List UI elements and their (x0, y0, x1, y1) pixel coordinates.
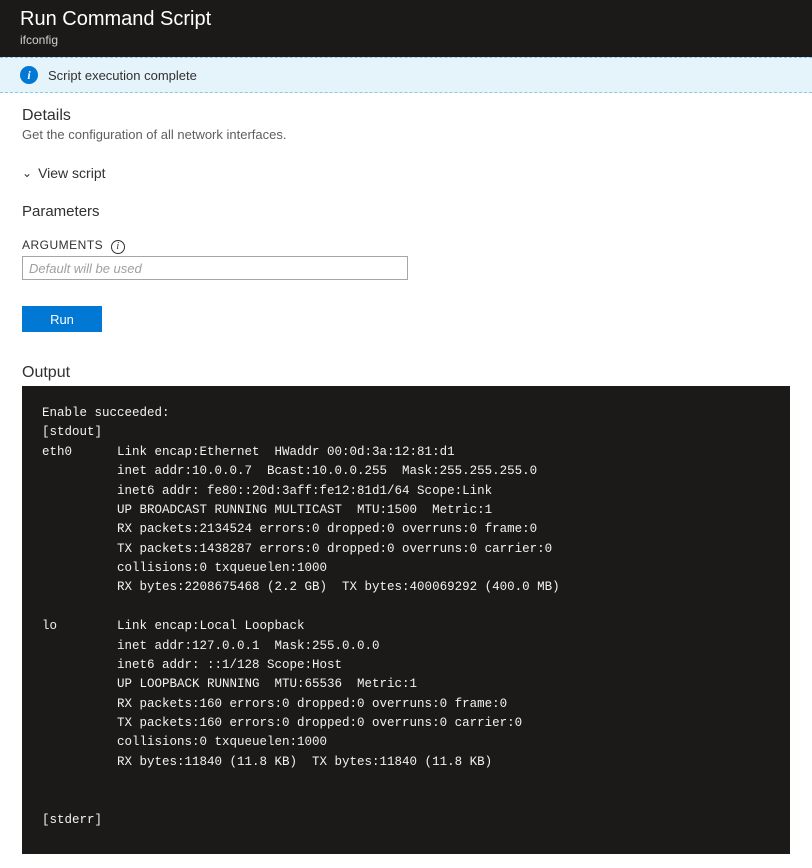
status-banner: i Script execution complete (0, 57, 812, 93)
details-heading: Details (22, 107, 790, 125)
view-script-toggle[interactable]: ⌄ View script (22, 165, 106, 181)
info-icon: i (20, 66, 38, 84)
info-icon[interactable]: i (111, 240, 125, 254)
run-button[interactable]: Run (22, 306, 102, 332)
output-heading: Output (22, 364, 790, 382)
blade-header: Run Command Script ifconfig (0, 0, 812, 57)
details-description: Get the configuration of all network int… (22, 127, 790, 142)
blade-subtitle: ifconfig (20, 33, 792, 47)
arguments-label: ARGUMENTS i (22, 238, 125, 252)
parameters-heading: Parameters (22, 203, 790, 220)
blade-title: Run Command Script (20, 8, 792, 31)
parameter-row: ARGUMENTS i (22, 236, 790, 280)
output-terminal[interactable]: Enable succeeded: [stdout] eth0 Link enc… (22, 386, 790, 854)
view-script-label: View script (38, 165, 105, 181)
arguments-input[interactable] (22, 256, 408, 280)
status-banner-message: Script execution complete (48, 68, 197, 83)
arguments-label-text: ARGUMENTS (22, 238, 103, 252)
chevron-down-icon: ⌄ (22, 166, 32, 180)
content-area: Details Get the configuration of all net… (0, 93, 812, 868)
